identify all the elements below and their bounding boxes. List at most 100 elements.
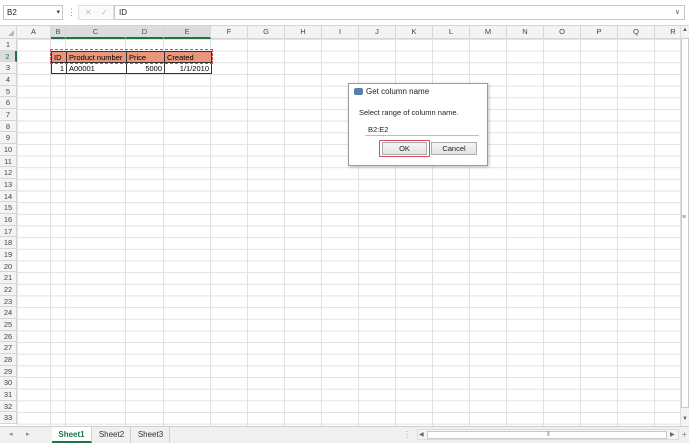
column-header-n[interactable]: N (507, 26, 544, 39)
row-header-31[interactable]: 31 (0, 389, 17, 401)
row-header-5[interactable]: 5 (0, 85, 17, 98)
column-gridline (654, 39, 655, 426)
column-header-d[interactable]: D (126, 26, 164, 39)
row-header-28[interactable]: 28 (0, 354, 17, 366)
horizontal-scrollbar[interactable]: ◀ ⦀ ▶ (417, 429, 679, 440)
column-header-p[interactable]: P (581, 26, 618, 39)
column-gridline (210, 39, 211, 426)
column-header-c[interactable]: C (66, 26, 126, 39)
tab-sheet3[interactable]: Sheet3 (132, 427, 170, 443)
row-header-6[interactable]: 6 (0, 97, 17, 109)
column-header-a[interactable]: A (17, 26, 51, 39)
ok-button[interactable]: OK (382, 142, 427, 155)
column-header-h[interactable]: H (285, 26, 322, 39)
next-sheet-icon[interactable]: ▸ (26, 430, 30, 438)
row-header-33[interactable]: 33 (0, 412, 17, 424)
dialog-window-icon (354, 88, 363, 95)
cell-c3[interactable]: A00001 (66, 62, 127, 74)
column-gridline (543, 39, 544, 426)
column-header-k[interactable]: K (396, 26, 433, 39)
cell-b3[interactable]: 1 (51, 62, 67, 74)
row-header-21[interactable]: 21 (0, 272, 17, 284)
row-header-19[interactable]: 19 (0, 249, 17, 261)
cancel-button[interactable]: Cancel (431, 142, 477, 155)
row-header-11[interactable]: 11 (0, 155, 17, 168)
row-header-30[interactable]: 30 (0, 377, 17, 389)
column-header-q[interactable]: Q (618, 26, 655, 39)
column-gridline (617, 39, 618, 426)
column-gridline (125, 39, 126, 426)
row-header-26[interactable]: 26 (0, 330, 17, 343)
row-header-8[interactable]: 8 (0, 120, 17, 133)
chevron-down-icon[interactable]: ▾ (56, 8, 60, 16)
cancel-formula-icon[interactable]: ✕ (85, 8, 92, 17)
name-box[interactable]: B2 ▾ (3, 5, 63, 20)
column-header-i[interactable]: I (322, 26, 359, 39)
grip-icon: ⦀ (547, 432, 550, 438)
row-header-1[interactable]: 1 (0, 39, 17, 51)
enter-formula-icon[interactable]: ✓ (101, 8, 108, 17)
row-header-32[interactable]: 32 (0, 400, 17, 413)
row-header-13[interactable]: 13 (0, 179, 17, 191)
formula-input[interactable]: ID ∨ (114, 5, 685, 20)
formula-buttons: ✕ ✓ (78, 5, 114, 20)
column-header-j[interactable]: J (359, 26, 396, 39)
row-header-22[interactable]: 22 (0, 284, 17, 296)
row-header-2[interactable]: 2 (0, 50, 17, 63)
horizontal-scroll-thumb[interactable]: ⦀ (427, 431, 667, 439)
column-gridline (284, 39, 285, 426)
dialog-message: Select range of column name. (359, 108, 459, 117)
scroll-up-icon[interactable]: ▲ (682, 27, 688, 33)
row-header-25[interactable]: 25 (0, 319, 17, 331)
row-header-3[interactable]: 3 (0, 62, 17, 74)
spreadsheet-grid[interactable]: ID Product number Price Created 1 A00001… (0, 26, 680, 426)
row-header-7[interactable]: 7 (0, 109, 17, 121)
vertical-scrollbar[interactable]: ▲ ≡ ▼ (680, 26, 689, 426)
first-sheet-icon[interactable]: ◂ (9, 430, 13, 438)
column-gridline (321, 39, 322, 426)
row-header-20[interactable]: 20 (0, 260, 17, 273)
scroll-down-icon[interactable]: ▼ (682, 416, 688, 422)
column-header-r[interactable]: R (655, 26, 680, 39)
add-sheet-icon[interactable]: + (682, 430, 687, 439)
row-header-12[interactable]: 12 (0, 167, 17, 179)
cell-e3[interactable]: 1/1/2010 (164, 62, 212, 74)
row-header-16[interactable]: 16 (0, 214, 17, 226)
row-header-14[interactable]: 14 (0, 190, 17, 203)
column-gridline (50, 39, 51, 426)
formula-bar: B2 ▾ ⋮ ✕ ✓ ID ∨ (0, 0, 689, 26)
dialog-title-bar[interactable]: Get column name (349, 84, 487, 100)
chevron-down-icon[interactable]: ∨ (675, 8, 680, 16)
vertical-scroll-thumb[interactable] (681, 38, 689, 408)
select-all-corner[interactable] (0, 26, 17, 39)
column-header-l[interactable]: L (433, 26, 470, 39)
tab-sheet2[interactable]: Sheet2 (93, 427, 131, 443)
range-input[interactable] (365, 123, 479, 136)
dialog-title: Get column name (366, 87, 430, 96)
tab-sheet1[interactable]: Sheet1 (52, 427, 92, 443)
row-header-9[interactable]: 9 (0, 132, 17, 144)
grip-icon: ≡ (682, 214, 687, 221)
column-header-f[interactable]: F (211, 26, 248, 39)
row-header-10[interactable]: 10 (0, 144, 17, 156)
column-header-o[interactable]: O (544, 26, 581, 39)
row-header-17[interactable]: 17 (0, 225, 17, 238)
cell-d3[interactable]: 5000 (126, 62, 165, 74)
tab-splitter-icon[interactable]: ⋮ (403, 430, 411, 439)
column-gridline (163, 39, 164, 426)
scroll-left-icon[interactable]: ◀ (419, 431, 424, 438)
row-header-29[interactable]: 29 (0, 365, 17, 378)
row-header-27[interactable]: 27 (0, 342, 17, 354)
formula-bar-separator: ⋮ (67, 7, 76, 17)
row-header-18[interactable]: 18 (0, 237, 17, 249)
row-header-15[interactable]: 15 (0, 202, 17, 214)
sheet-tab-bar: ◂ ▸ Sheet1 Sheet2 Sheet3 ⋮ ◀ ⦀ ▶ + (0, 426, 689, 443)
column-header-m[interactable]: M (470, 26, 507, 39)
column-header-e[interactable]: E (164, 26, 211, 39)
column-header-b[interactable]: B (51, 26, 66, 39)
row-header-23[interactable]: 23 (0, 295, 17, 308)
scroll-right-icon[interactable]: ▶ (670, 431, 675, 438)
row-header-24[interactable]: 24 (0, 307, 17, 319)
row-header-4[interactable]: 4 (0, 74, 17, 86)
column-header-g[interactable]: G (248, 26, 285, 39)
